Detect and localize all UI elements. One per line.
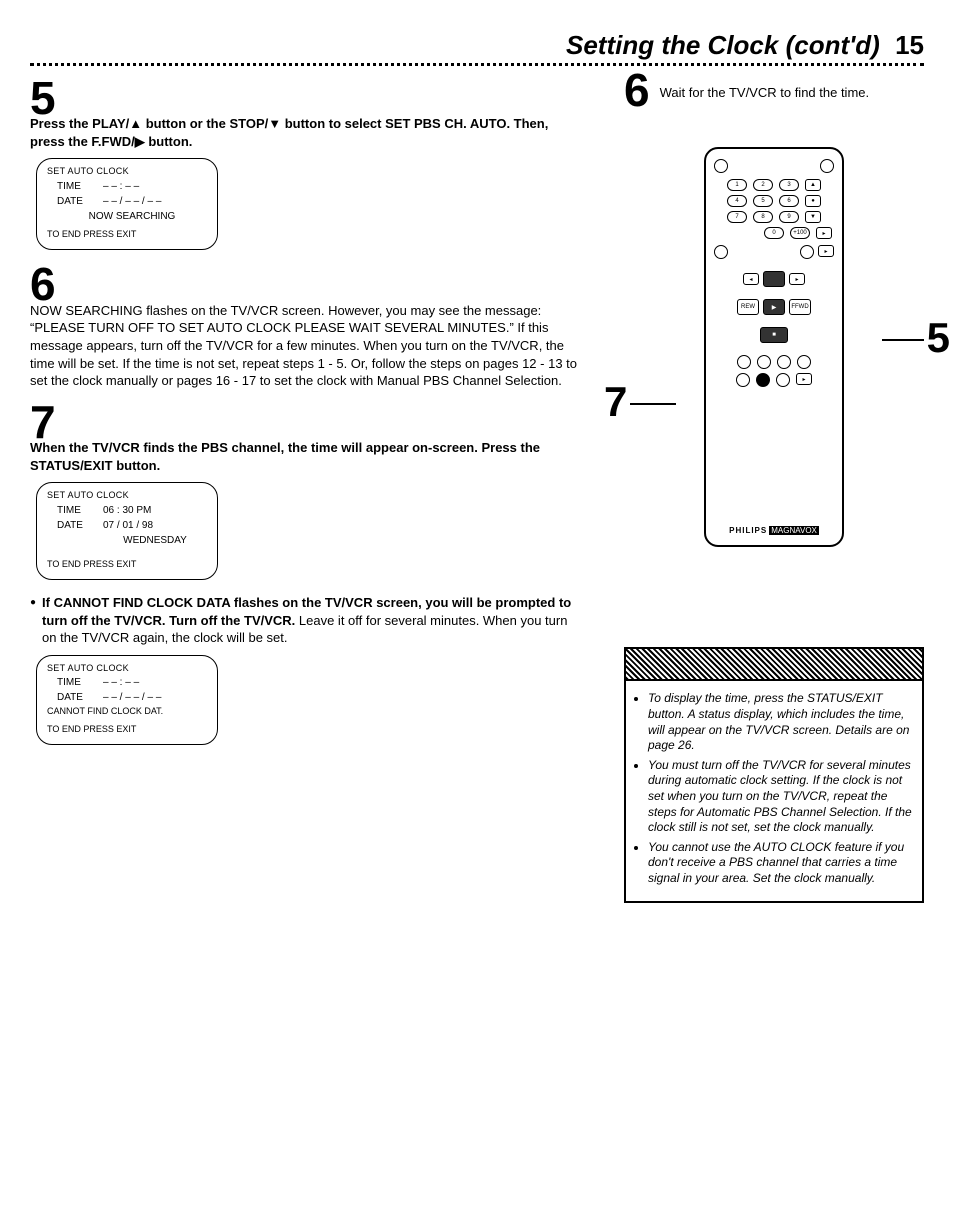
num-0-button: 0 xyxy=(764,227,784,239)
osd-cannot-find: SET AUTO CLOCK TIME – – : – – DATE – – / –… xyxy=(36,655,218,746)
osd2-date-val: 07 / 01 / 98 xyxy=(103,518,153,533)
osd3-status: CANNOT FIND CLOCK DAT. xyxy=(47,705,207,719)
fn4-icon xyxy=(797,355,811,369)
callout-7: 7 xyxy=(604,381,627,423)
step-7-number: 7 xyxy=(30,402,584,443)
remote-body: 123 ▲ 456 ● 789 ▼ 0 +100 ▸ ▸ ◂ ▸ REW ▶ FFWD ■ xyxy=(704,147,844,547)
num-1-button: 1 xyxy=(727,179,747,191)
status-exit-button xyxy=(756,373,770,387)
right-step-6-text: Wait for the TV/VCR to find the time. xyxy=(660,84,870,102)
page-number: 15 xyxy=(895,30,924,60)
osd3-title: SET AUTO CLOCK xyxy=(47,662,207,676)
fn5-icon xyxy=(736,373,750,387)
remote-illustration: 123 ▲ 456 ● 789 ▼ 0 +100 ▸ ▸ ◂ ▸ REW ▶ FFWD ■ xyxy=(624,147,924,547)
tip-item: You cannot use the AUTO CLOCK feature if… xyxy=(648,840,912,887)
fn3-icon xyxy=(777,355,791,369)
fn1-icon xyxy=(737,355,751,369)
vol-icon: ▸ xyxy=(816,227,832,239)
power-icon xyxy=(714,159,728,173)
page-header: Setting the Clock (cont'd) 15 xyxy=(30,30,924,66)
num-3-button: 3 xyxy=(779,179,799,191)
vol2-icon: ▸ xyxy=(818,245,834,257)
osd1-time-val: – – : – – xyxy=(103,179,139,194)
step-5-number: 5 xyxy=(30,78,584,119)
step-6-number: 6 xyxy=(30,264,584,305)
num-5-button: 5 xyxy=(753,195,773,207)
osd1-date-val: – – / – – / – – xyxy=(103,194,161,209)
osd1-status: NOW SEARCHING xyxy=(57,209,207,224)
osd1-title: SET AUTO CLOCK xyxy=(47,165,207,179)
record-button xyxy=(763,271,785,287)
num-6-button: 6 xyxy=(779,195,799,207)
rew-button: REW xyxy=(737,299,759,315)
ch-mid-icon: ● xyxy=(805,195,821,207)
plus-100-button: +100 xyxy=(790,227,810,239)
brand-magnavox: MAGNAVOX xyxy=(769,526,819,535)
osd1-date-label: DATE xyxy=(57,194,89,209)
brand-philips: PHILIPS xyxy=(729,526,767,535)
osd1-footer: TO END PRESS EXIT xyxy=(47,228,207,242)
rew-left-icon: ◂ xyxy=(743,273,759,285)
num-7-button: 7 xyxy=(727,211,747,223)
ch-up-icon: ▲ xyxy=(805,179,821,191)
step-5-bold: Press the PLAY/▲ button or the STOP/▼ bu… xyxy=(30,116,548,149)
osd2-time-val: 06 : 30 PM xyxy=(103,503,151,518)
ch-down-icon: ▼ xyxy=(805,211,821,223)
callout-7-line xyxy=(630,403,676,405)
osd3-time-label: TIME xyxy=(57,675,89,690)
osd-searching: SET AUTO CLOCK TIME – – : – – DATE – – / –… xyxy=(36,158,218,250)
tips-header xyxy=(626,649,922,681)
osd2-title: SET AUTO CLOCK xyxy=(47,489,207,503)
eject-icon xyxy=(820,159,834,173)
speed-icon xyxy=(714,245,728,259)
osd2-footer: TO END PRESS EXIT xyxy=(47,558,207,572)
num-8-button: 8 xyxy=(753,211,773,223)
osd3-date-label: DATE xyxy=(57,690,89,705)
right-step-6-number: 6 xyxy=(624,70,650,111)
tips-box: To display the time, press the STATUS/EX… xyxy=(624,647,924,902)
mute-icon xyxy=(800,245,814,259)
cannot-find-para: If CANNOT FIND CLOCK DATA flashes on the… xyxy=(30,594,584,647)
osd-time-set: SET AUTO CLOCK TIME 06 : 30 PM DATE 07 / 0… xyxy=(36,482,218,580)
osd3-time-val: – – : – – xyxy=(103,675,139,690)
step-5-body: Press the PLAY/▲ button or the STOP/▼ bu… xyxy=(30,115,584,150)
num-9-button: 9 xyxy=(779,211,799,223)
osd2-time-label: TIME xyxy=(57,503,89,518)
fn2-icon xyxy=(757,355,771,369)
page-title-text: Setting the Clock (cont'd) xyxy=(566,30,880,60)
step-6-body: NOW SEARCHING flashes on the TV/VCR scre… xyxy=(30,302,584,390)
step-7-bold: When the TV/VCR finds the PBS channel, t… xyxy=(30,440,540,473)
tips-list: To display the time, press the STATUS/EX… xyxy=(626,681,922,900)
osd3-footer: TO END PRESS EXIT xyxy=(47,723,207,737)
callout-5: 5 xyxy=(927,317,950,359)
tip-item: You must turn off the TV/VCR for several… xyxy=(648,758,912,836)
osd3-date-val: – – / – – / – – xyxy=(103,690,161,705)
callout-5-line xyxy=(882,339,924,341)
right-step-6: 6 Wait for the TV/VCR to find the time. xyxy=(624,78,924,107)
ffwd-right-icon: ▸ xyxy=(789,273,805,285)
osd1-time-label: TIME xyxy=(57,179,89,194)
fn8-icon: ▸ xyxy=(796,373,812,385)
fn7-icon xyxy=(776,373,790,387)
tip-item: To display the time, press the STATUS/EX… xyxy=(648,691,912,753)
step-7-body: When the TV/VCR finds the PBS channel, t… xyxy=(30,439,584,474)
play-button: ▶ xyxy=(763,299,785,315)
ffwd-button: FFWD xyxy=(789,299,811,315)
osd2-date-label: DATE xyxy=(57,518,89,533)
stop-button: ■ xyxy=(760,327,788,343)
num-4-button: 4 xyxy=(727,195,747,207)
osd2-weekday: WEDNESDAY xyxy=(103,533,207,548)
remote-brand: PHILIPSMAGNAVOX xyxy=(729,526,819,535)
num-2-button: 2 xyxy=(753,179,773,191)
